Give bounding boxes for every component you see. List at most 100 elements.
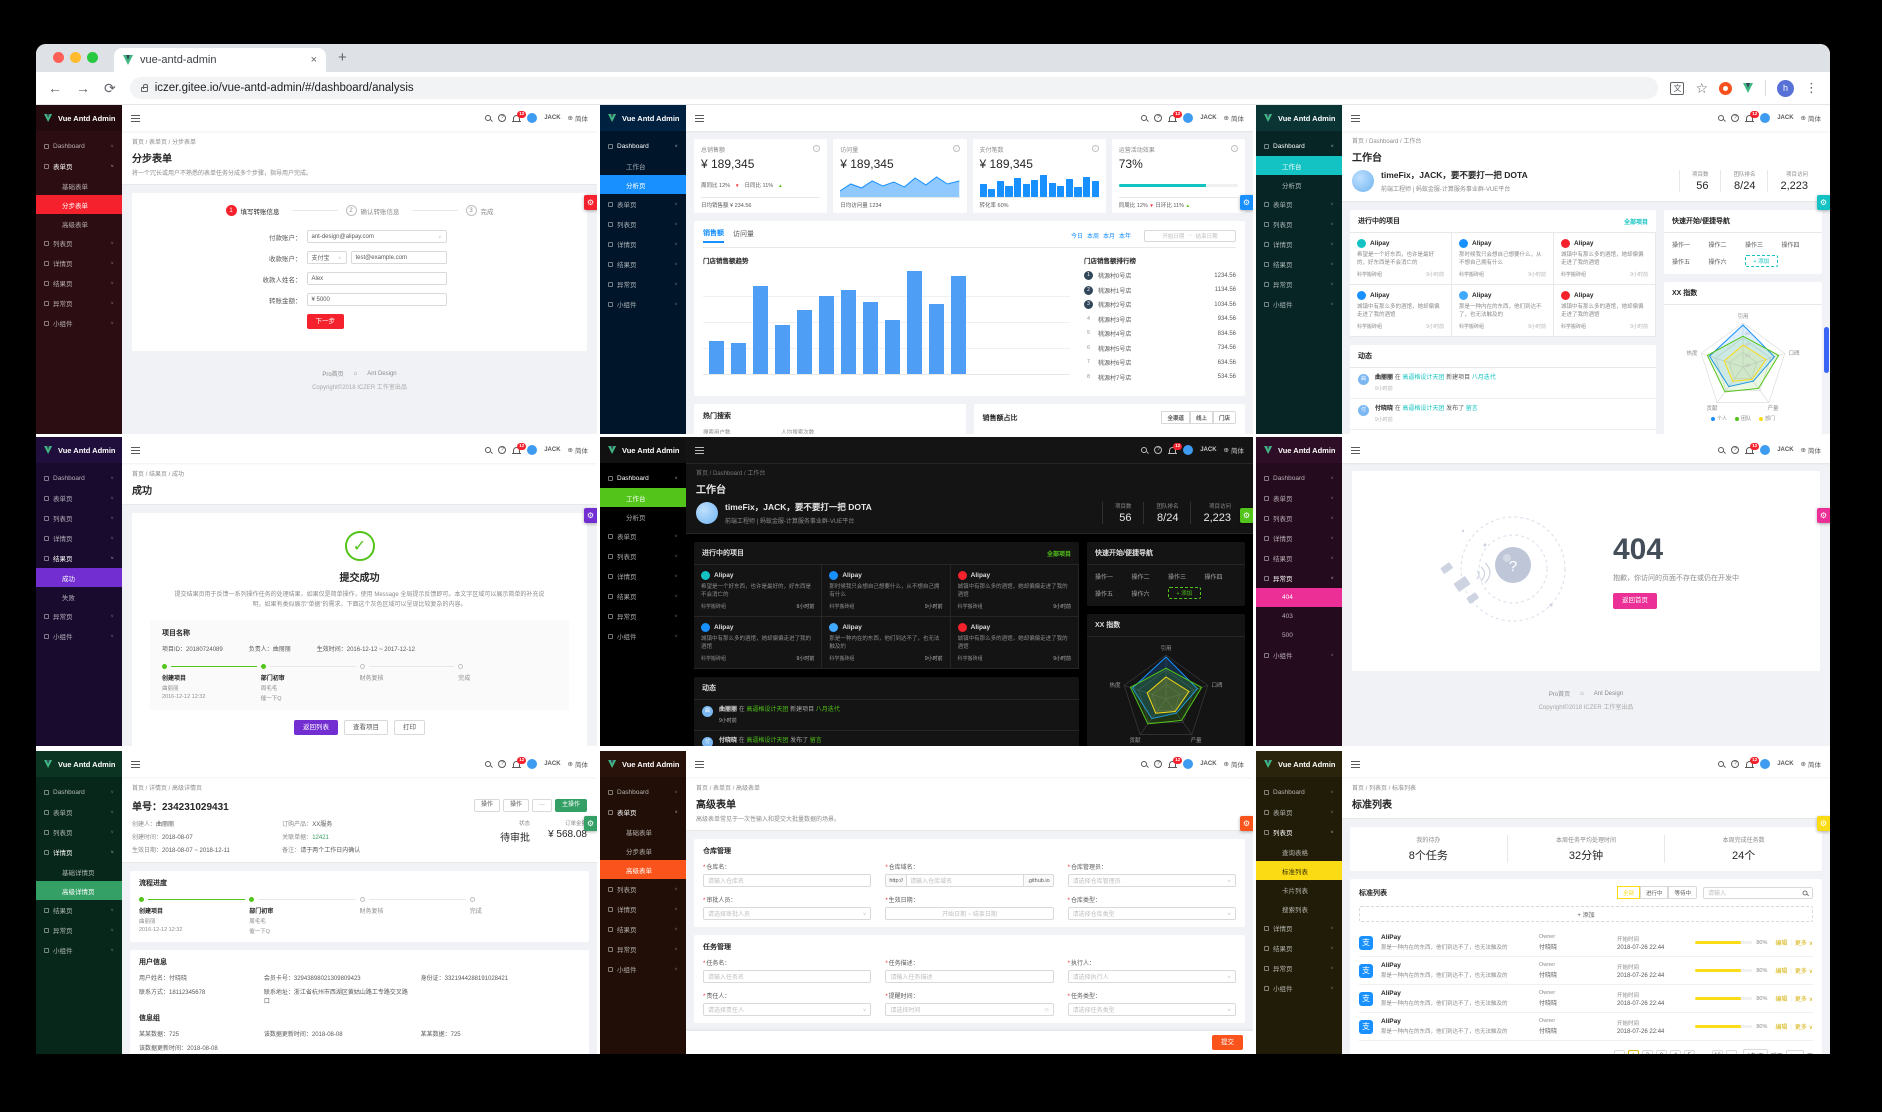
sidebar-item[interactable]: 详情页 ∨ [600,566,686,586]
sidebar-item[interactable]: 表单页 ∨ [600,802,686,822]
info-icon[interactable]: i [1231,145,1238,152]
sidebar-item[interactable]: 列表页 ∨ [600,879,686,899]
theme-settings-button[interactable]: ⚙ [584,508,597,523]
sidebar-item[interactable]: 详情页 ∨ [600,899,686,919]
filter-radio[interactable]: 等待中 [1668,886,1697,899]
channel-radio[interactable]: 全渠道 [1161,411,1190,424]
extension-icon[interactable] [1719,81,1732,95]
edit-link[interactable]: 编辑 [1775,938,1787,947]
search-icon[interactable] [485,447,492,453]
info-icon[interactable]: i [952,145,960,152]
sidebar-item[interactable]: 高级表单∨ [36,214,122,233]
print-button[interactable]: 打印 [394,720,425,736]
quick-op-link[interactable]: 操作二 [1709,240,1742,249]
sidebar-item[interactable]: 表单页 ∨ [600,526,686,546]
sidebar-item[interactable]: 失败∨ [36,587,122,606]
collapse-menu-icon[interactable] [1351,114,1360,122]
user-avatar[interactable] [527,759,538,769]
activity-link[interactable]: 八月迭代 [1472,375,1496,381]
sidebar-item[interactable]: 基础表单∨ [600,822,686,841]
help-icon[interactable]: ? [1154,114,1163,122]
theme-settings-button[interactable]: ⚙ [1240,195,1253,210]
language-switcher[interactable]: ⊕ 简体 [1801,759,1821,769]
page-button[interactable]: 16 [1711,1050,1723,1054]
sidebar-item[interactable]: 异常页 ∨ [36,293,122,313]
collapse-menu-icon[interactable] [131,760,140,768]
notification-bell[interactable]: 12 [1746,757,1760,767]
edit-link[interactable]: 编辑 [1775,1022,1787,1031]
search-icon[interactable] [485,761,492,767]
remind-time-input[interactable]: 请选择时间 ◷ [885,1003,1054,1016]
language-switcher[interactable]: ⊕ 简体 [1801,113,1821,123]
amount-input[interactable]: ¥ 5000 [306,293,447,306]
app-logo[interactable]: Vue Antd Admin [36,105,122,131]
app-logo[interactable]: Vue Antd Admin [600,437,686,463]
sidebar-item[interactable]: 详情页 ∨ [36,528,122,548]
task-row[interactable]: 支 AliPay 那是一种内在的东西，他们到达不了，也无法触及的 Owner 付晓晓… [1359,929,1813,957]
group-link[interactable]: 科学搬砖组 [701,603,726,610]
notification-bell[interactable]: 12 [1169,111,1183,121]
sidebar-item[interactable]: 分析页∨ [1256,175,1342,194]
task-row[interactable]: 支 AliPay 那是一种内在的东西，他们到达不了，也无法触及的 Owner 付晓晓… [1359,985,1813,1013]
sidebar-item[interactable]: 表单页 ∨ [1256,802,1342,822]
sidebar-item[interactable]: 表单页 ∨ [36,156,122,176]
theme-settings-button[interactable]: ⚙ [584,195,597,210]
theme-settings-button[interactable]: ⚙ [1240,816,1253,831]
group-link[interactable]: 科学搬砖组 [958,655,983,662]
page-button[interactable]: ··· [1697,1050,1709,1054]
quick-op-link[interactable]: 操作四 [1205,572,1238,581]
help-icon[interactable]: ? [498,114,507,122]
sidebar-item[interactable]: 详情页 ∨ [1256,918,1342,938]
sidebar-item[interactable]: 小组件 ∨ [1256,645,1342,665]
sidebar-item[interactable]: Dashboard ∨ [36,136,122,156]
sidebar-item[interactable]: 结果页 ∨ [1256,938,1342,958]
channel-radio[interactable]: 门店 [1212,411,1236,424]
sidebar-item[interactable]: 成功∨ [36,568,122,587]
back-home-button[interactable]: 返回首页 [1613,593,1657,609]
bookmark-star-icon[interactable]: ☆ [1695,80,1708,97]
project-cell[interactable]: Alipay 那时候我只会想自己想要什么，从不想自己拥有什么 科学搬砖组 9小时前 [1452,233,1554,285]
project-cell[interactable]: Alipay 城镇中有那么多的酒馆，她却偏偏走进了我的酒馆 科学搬砖组 9小时前 [1554,285,1656,337]
quick-op-link[interactable]: 操作五 [1672,257,1705,266]
help-icon[interactable]: ? [498,760,507,768]
activity-link[interactable]: 留言 [810,738,822,744]
page-button[interactable]: ‹ [1613,1050,1625,1054]
range-link[interactable]: 本周 [1087,234,1099,240]
more-link[interactable]: 更多 ∨ [1795,966,1813,975]
quick-op-link[interactable]: 操作二 [1132,572,1165,581]
sidebar-item[interactable]: 工作台∨ [600,488,686,507]
sidebar-item[interactable]: 列表页 ∨ [1256,214,1342,234]
user-avatar[interactable] [527,445,538,455]
user-avatar[interactable] [1183,759,1194,769]
sidebar-item[interactable]: 卡片列表∨ [1256,880,1342,899]
warehouse-name-input[interactable]: 请输入仓库名 [703,874,872,887]
sidebar-item[interactable]: 详情页 ∨ [1256,234,1342,254]
page-button[interactable]: 1 [1627,1050,1639,1054]
sidebar-item[interactable]: 小组件 ∨ [600,294,686,314]
info-icon[interactable]: i [1091,145,1099,152]
user-avatar[interactable] [527,113,538,123]
app-logo[interactable]: Vue Antd Admin [600,105,686,131]
collapse-menu-icon[interactable] [1351,760,1360,768]
project-cell[interactable]: Alipay 城镇中有那么多的酒馆，她却偏偏走进了我的酒馆 科学搬砖组 9小时前 [950,565,1079,617]
page-button[interactable]: 5 [1683,1050,1695,1054]
app-logo[interactable]: Vue Antd Admin [600,751,686,777]
activity-link[interactable]: 留言 [1466,406,1478,412]
sidebar-item[interactable]: 结果页 ∨ [1256,548,1342,568]
footer-link[interactable]: Pro首页 [1549,689,1570,698]
activity-link[interactable]: 高逼格设计天团 [746,738,788,744]
project-cell[interactable]: Alipay 城镇中有那么多的酒馆，她却偏偏走进了我的酒馆 科学搬砖组 9小时前 [1350,285,1452,337]
language-switcher[interactable]: ⊕ 简体 [568,113,588,123]
sidebar-item[interactable]: 结果页 ∨ [1256,254,1342,274]
sidebar-item[interactable]: 结果页 ∨ [36,273,122,293]
task-desc-input[interactable]: 请输入任务描述 [885,970,1054,983]
project-cell[interactable]: Alipay 希望是一个好东西，也许是最好的，好东西是不会消亡的 科学搬砖组 9小时前 [694,565,823,617]
payee-account-input[interactable]: test@example.com [350,251,447,264]
sidebar-item[interactable]: 查询表格∨ [1256,842,1342,861]
app-logo[interactable]: Vue Antd Admin [1256,437,1342,463]
sidebar-item[interactable]: 列表页 ∨ [600,214,686,234]
forward-icon[interactable]: → [76,80,90,96]
sidebar-item[interactable]: 结果页 ∨ [600,586,686,606]
sidebar-item[interactable]: 结果页 ∨ [600,254,686,274]
collapse-menu-icon[interactable] [1351,446,1360,454]
